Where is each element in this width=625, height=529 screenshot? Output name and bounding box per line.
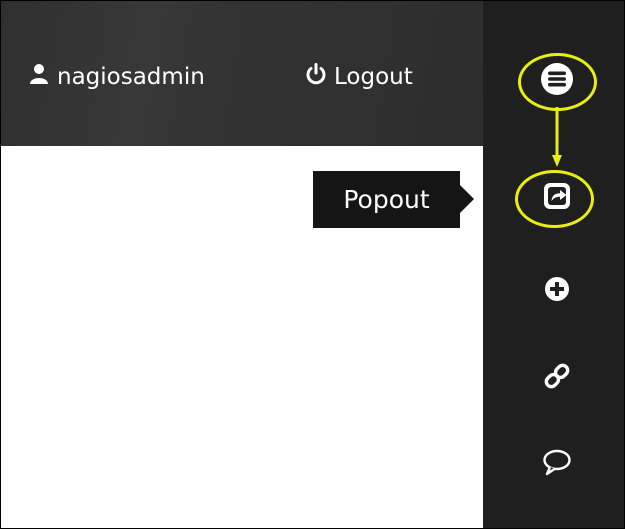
logout-label: Logout bbox=[334, 64, 413, 90]
comment-button[interactable] bbox=[527, 438, 587, 490]
tooltip-text: Popout bbox=[343, 185, 430, 214]
popout-share-icon bbox=[542, 181, 572, 215]
link-icon bbox=[543, 362, 571, 394]
app-frame: nagiosadmin Logout Popout bbox=[0, 0, 625, 529]
user-menu[interactable]: nagiosadmin bbox=[29, 63, 205, 91]
menu-button[interactable] bbox=[527, 55, 587, 107]
hamburger-menu-icon bbox=[540, 62, 574, 100]
user-icon bbox=[29, 63, 49, 91]
username-label: nagiosadmin bbox=[57, 64, 205, 90]
top-header-bar: nagiosadmin Logout bbox=[1, 1, 483, 146]
add-circle-icon bbox=[544, 276, 570, 306]
link-button[interactable] bbox=[527, 352, 587, 404]
add-button[interactable] bbox=[527, 265, 587, 317]
logout-button[interactable]: Logout bbox=[306, 63, 413, 91]
popout-button[interactable] bbox=[527, 172, 587, 224]
power-icon bbox=[306, 63, 326, 91]
comment-bubble-icon bbox=[542, 448, 572, 480]
popout-tooltip: Popout bbox=[313, 171, 474, 228]
